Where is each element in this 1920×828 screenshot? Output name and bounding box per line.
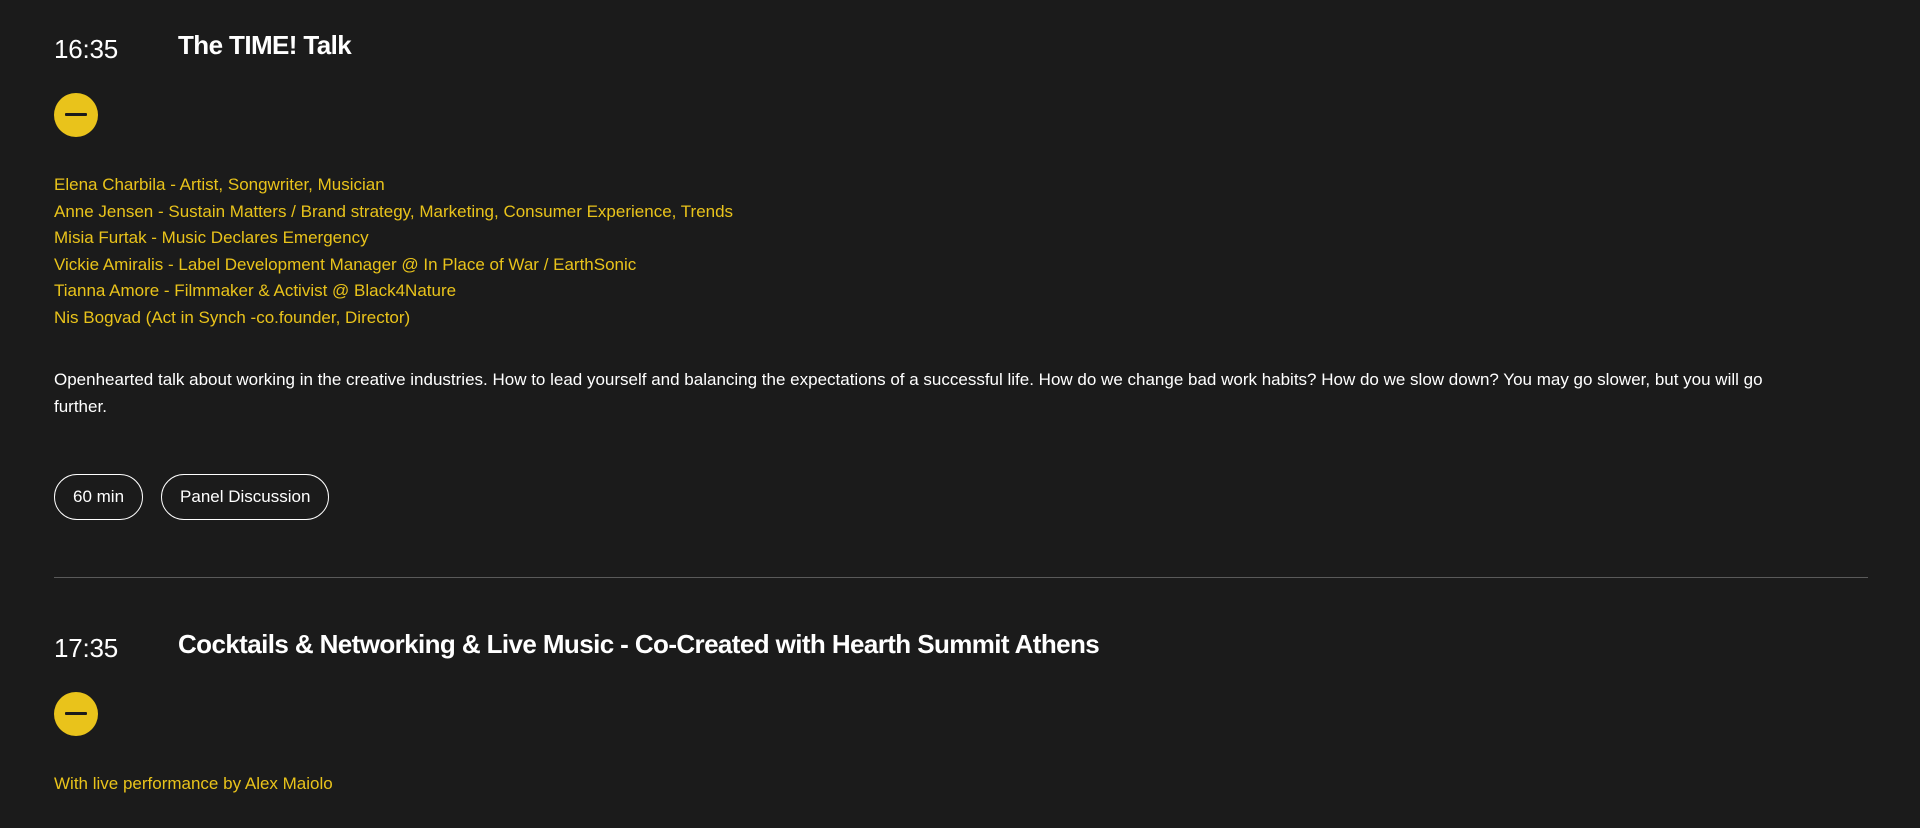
speaker-item: Nis Bogvad (Act in Synch -co.founder, Di… xyxy=(54,307,411,327)
session-header: 16:35 The TIME! Talk xyxy=(54,0,1868,100)
speaker-item: Anne Jensen - Sustain Matters / Brand st… xyxy=(54,201,734,221)
speaker-list: Elena Charbila - Artist, Songwriter, Mus… xyxy=(54,172,733,332)
speaker-item: Vickie Amiralis - Label Development Mana… xyxy=(54,254,637,274)
session-title: The TIME! Talk xyxy=(178,30,352,60)
speaker-item: Tianna Amore - Filmmaker & Activist @ Bl… xyxy=(54,281,457,301)
minus-icon xyxy=(65,113,87,116)
session-tags: 60 min Panel Discussion xyxy=(54,474,330,520)
format-tag: Panel Discussion xyxy=(161,474,330,520)
collapse-toggle-button[interactable] xyxy=(54,93,98,137)
speaker-item: Misia Furtak - Music Declares Emergency xyxy=(54,228,369,248)
session-title: Cocktails & Networking & Live Music - Co… xyxy=(178,629,1100,659)
minus-icon xyxy=(65,712,87,715)
agenda-session: 17:35 Cocktails & Networking & Live Musi… xyxy=(54,599,1868,793)
collapse-toggle-button[interactable] xyxy=(54,692,98,736)
agenda-session: 16:35 The TIME! Talk Elena Charbila - Ar… xyxy=(54,0,1868,520)
session-header: 17:35 Cocktails & Networking & Live Musi… xyxy=(54,599,1868,699)
agenda-page: 16:35 The TIME! Talk Elena Charbila - Ar… xyxy=(0,0,1920,828)
session-time: 16:35 xyxy=(54,34,119,64)
session-description: Openhearted talk about working in the cr… xyxy=(54,370,1763,416)
session-divider xyxy=(54,577,1868,578)
session-time: 17:35 xyxy=(54,633,119,663)
speaker-list: With live performance by Alex Maiolo xyxy=(54,771,333,798)
duration-tag: 60 min xyxy=(54,474,144,520)
speaker-item: Elena Charbila - Artist, Songwriter, Mus… xyxy=(54,175,385,194)
speaker-item: With live performance by Alex Maiolo xyxy=(54,774,333,793)
